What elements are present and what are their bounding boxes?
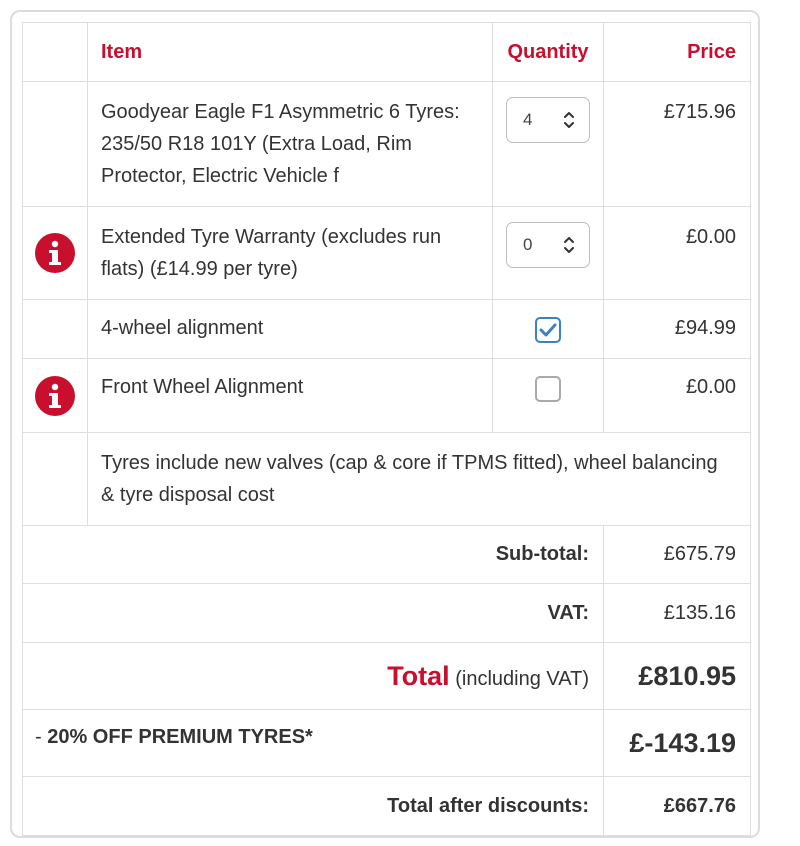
- info-icon[interactable]: [35, 233, 75, 273]
- table-row: Front Wheel Alignment £0.00: [22, 358, 751, 433]
- row-icon-cell: [22, 206, 88, 300]
- discount-value: £-143.19: [603, 709, 751, 777]
- total-word: Total: [387, 660, 450, 691]
- total-row: Total (including VAT) £810.95: [22, 642, 751, 710]
- table-row: Goodyear Eagle F1 Asymmetric 6 Tyres: 23…: [22, 81, 751, 207]
- item-description: 4-wheel alignment: [87, 299, 493, 359]
- header-quantity: Quantity: [492, 22, 604, 82]
- item-description: Extended Tyre Warranty (excludes run fla…: [87, 206, 493, 300]
- item-description: Front Wheel Alignment: [87, 358, 493, 433]
- item-price: £0.00: [603, 358, 751, 433]
- quantity-stepper[interactable]: 4: [506, 97, 590, 143]
- four-wheel-alignment-checkbox[interactable]: [535, 317, 561, 343]
- basket-table: Item Quantity Price Goodyear Eagle F1 As…: [22, 22, 751, 836]
- header-row: Item Quantity Price: [22, 22, 751, 82]
- subtotal-label: Sub-total:: [22, 525, 604, 584]
- vat-label: VAT:: [22, 583, 604, 643]
- item-price: £94.99: [603, 299, 751, 359]
- row-icon-cell: [22, 432, 88, 526]
- header-price: Price: [603, 22, 751, 82]
- info-icon[interactable]: [35, 375, 75, 416]
- quantity-cell: 4: [492, 81, 604, 207]
- tyres-note: Tyres include new valves (cap & core if …: [87, 432, 751, 526]
- after-discounts-label: Total after discounts:: [22, 776, 604, 836]
- row-icon-cell: [22, 81, 88, 207]
- note-row: Tyres include new valves (cap & core if …: [22, 432, 751, 526]
- subtotal-row: Sub-total: £675.79: [22, 525, 751, 584]
- after-discounts-value: £667.76: [603, 776, 751, 836]
- item-price: £715.96: [603, 81, 751, 207]
- item-description: Goodyear Eagle F1 Asymmetric 6 Tyres: 23…: [87, 81, 493, 207]
- total-label: Total (including VAT): [22, 642, 604, 710]
- up-down-chevron-icon: [564, 112, 574, 128]
- vat-row: VAT: £135.16: [22, 583, 751, 643]
- item-price: £0.00: [603, 206, 751, 300]
- quantity-value: 0: [523, 235, 533, 254]
- table-row: 4-wheel alignment £94.99: [22, 299, 751, 359]
- quantity-cell: [492, 299, 604, 359]
- quantity-value: 4: [523, 110, 533, 129]
- front-wheel-alignment-checkbox[interactable]: [535, 376, 561, 402]
- row-icon-cell: [22, 358, 88, 433]
- quantity-cell: 0: [492, 206, 604, 300]
- table-row: Extended Tyre Warranty (excludes run fla…: [22, 206, 751, 300]
- discount-label: - 20% OFF PREMIUM TYRES*: [22, 709, 604, 777]
- row-icon-cell: [22, 299, 88, 359]
- quantity-stepper[interactable]: 0: [506, 222, 590, 268]
- discount-row: - 20% OFF PREMIUM TYRES* £-143.19: [22, 709, 751, 777]
- discount-prefix: -: [35, 726, 48, 748]
- discount-name: 20% OFF PREMIUM TYRES*: [47, 726, 313, 748]
- checkmark-icon: [539, 323, 557, 337]
- basket-card: Item Quantity Price Goodyear Eagle F1 As…: [10, 10, 760, 838]
- total-value: £810.95: [603, 642, 751, 710]
- after-discounts-row: Total after discounts: £667.76: [22, 776, 751, 836]
- quantity-cell: [492, 358, 604, 433]
- header-icon-cell: [22, 22, 88, 82]
- header-item: Item: [87, 22, 493, 82]
- vat-value: £135.16: [603, 583, 751, 643]
- up-down-chevron-icon: [564, 237, 574, 253]
- total-note: (including VAT): [455, 667, 589, 690]
- subtotal-value: £675.79: [603, 525, 751, 584]
